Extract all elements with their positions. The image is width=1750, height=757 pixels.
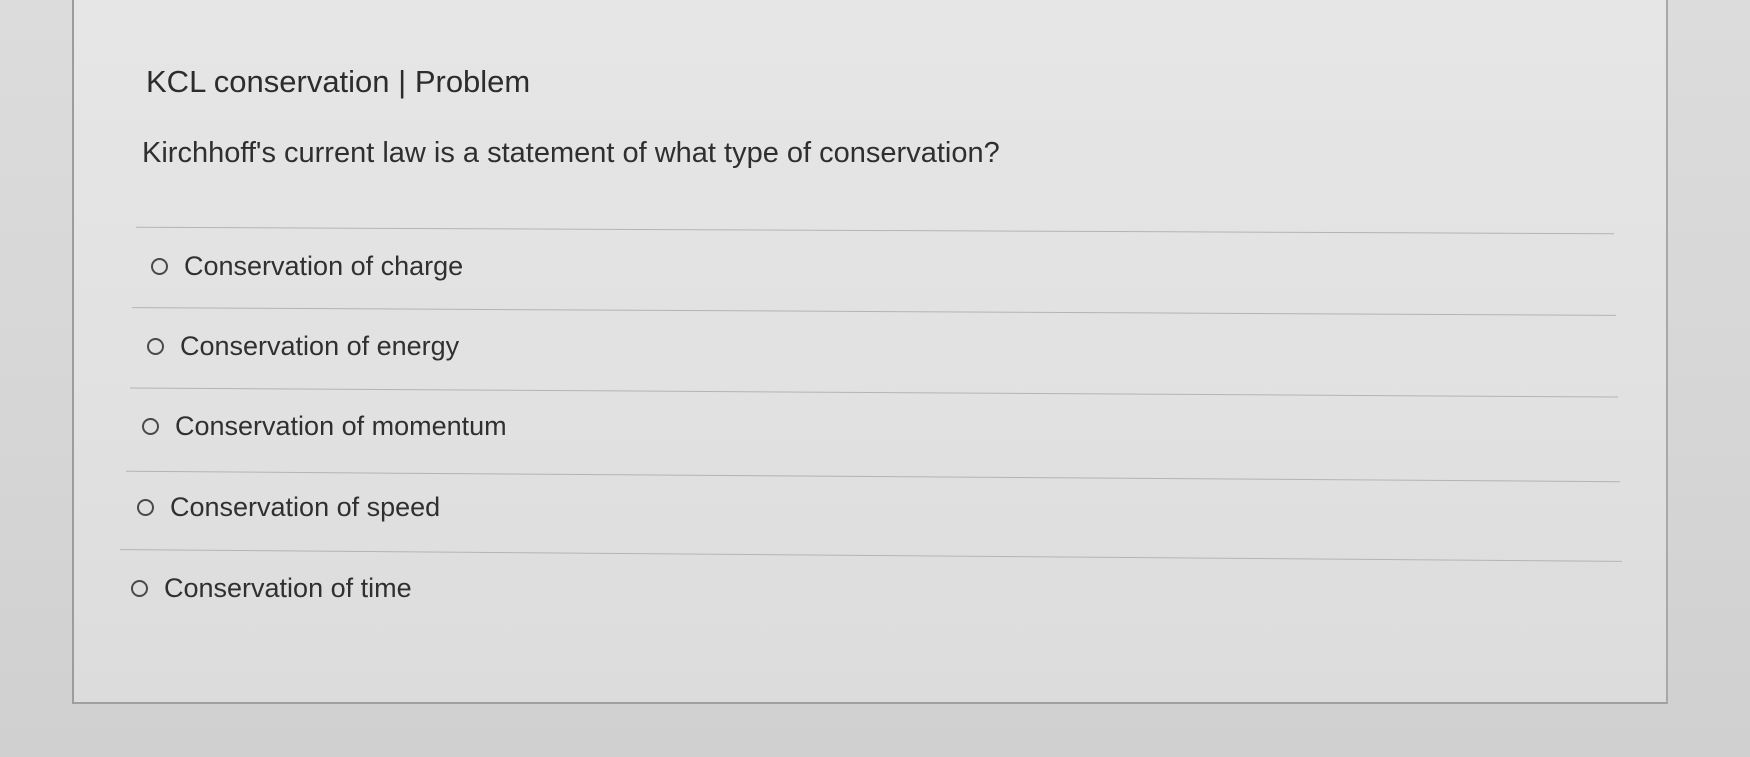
option-conservation-of-energy[interactable]: Conservation of energy <box>147 326 459 366</box>
option-conservation-of-momentum[interactable]: Conservation of momentum <box>142 406 507 446</box>
option-conservation-of-charge[interactable]: Conservation of charge <box>151 246 463 286</box>
radio-circle-icon[interactable] <box>147 337 164 355</box>
option-label: Conservation of energy <box>180 330 460 361</box>
radio-circle-icon[interactable] <box>151 257 168 275</box>
option-label: Conservation of momentum <box>175 410 507 441</box>
option-conservation-of-speed[interactable]: Conservation of speed <box>137 487 440 527</box>
radio-circle-icon[interactable] <box>131 579 148 597</box>
radio-circle-icon[interactable] <box>137 498 154 516</box>
question-text: Kirchhoff's current law is a statement o… <box>142 137 1000 169</box>
page-title: KCL conservation | Problem <box>146 64 531 99</box>
radio-circle-icon[interactable] <box>142 417 159 435</box>
option-label: Conservation of charge <box>184 250 464 281</box>
option-label: Conservation of time <box>164 572 412 603</box>
option-label: Conservation of speed <box>170 491 441 522</box>
option-conservation-of-time[interactable]: Conservation of time <box>131 568 412 608</box>
